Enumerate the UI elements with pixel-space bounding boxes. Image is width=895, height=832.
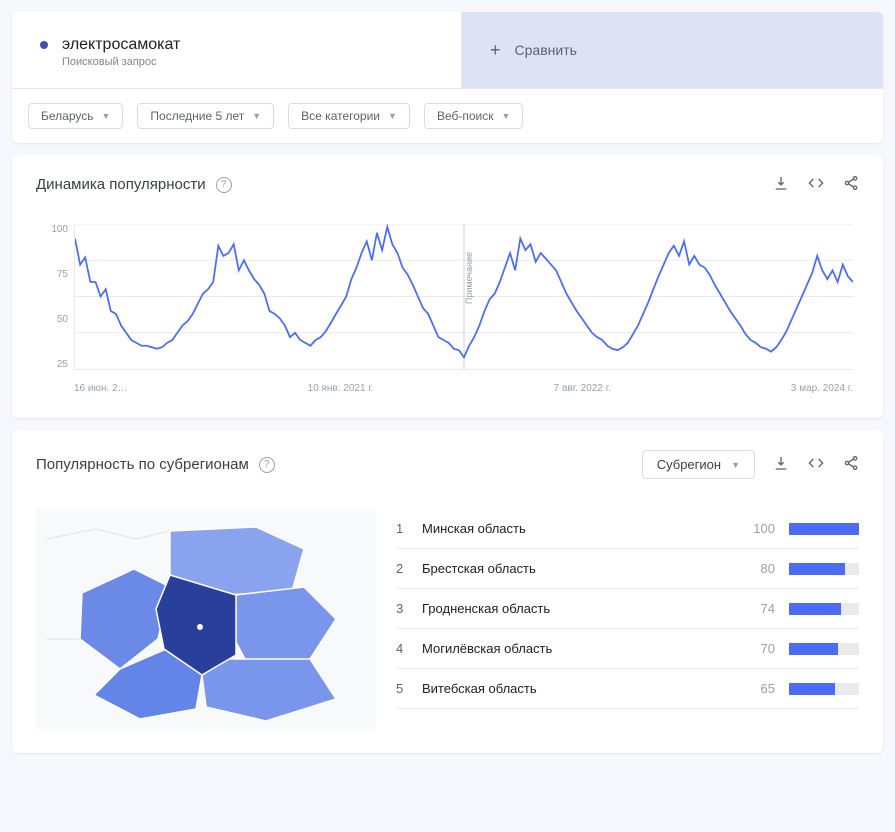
download-icon[interactable] [773, 455, 789, 474]
time-filter-label: Последние 5 лет [150, 109, 244, 123]
region-name: Гродненская область [422, 601, 731, 616]
region-name: Минская область [422, 521, 731, 536]
help-icon[interactable]: ? [259, 457, 275, 473]
region-rank: 2 [396, 561, 408, 576]
interest-card-title: Динамика популярности [36, 176, 206, 193]
filter-row: Беларусь ▼ Последние 5 лет ▼ Все категор… [12, 88, 883, 143]
region-row[interactable]: 4 Могилёвская область 70 [396, 629, 859, 669]
region-value: 100 [745, 521, 775, 536]
regions-card-title: Популярность по субрегионам [36, 456, 249, 473]
y-tick: 25 [48, 359, 68, 370]
region-bar [789, 643, 859, 655]
region-bar [789, 523, 859, 535]
chevron-down-icon: ▼ [731, 460, 740, 470]
regions-map[interactable] [36, 509, 376, 729]
download-icon[interactable] [773, 175, 789, 194]
region-bar [789, 683, 859, 695]
interest-chart: 100 75 50 25 Примечание 16 июн. 2… 10 ян [36, 224, 859, 394]
region-value: 80 [745, 561, 775, 576]
region-name: Могилёвская область [422, 641, 731, 656]
region-value: 74 [745, 601, 775, 616]
search-type-filter[interactable]: Веб-поиск ▼ [424, 103, 523, 129]
y-tick: 75 [48, 269, 68, 280]
embed-icon[interactable] [807, 175, 825, 194]
query-panel: электросамокат Поисковый запрос + Сравни… [12, 12, 883, 143]
time-filter[interactable]: Последние 5 лет ▼ [137, 103, 274, 129]
interest-card-actions [773, 175, 859, 194]
interest-over-time-card: Динамика популярности ? 100 75 50 25 [12, 155, 883, 418]
geo-filter[interactable]: Беларусь ▼ [28, 103, 123, 129]
chevron-down-icon: ▼ [101, 111, 110, 121]
region-rank: 1 [396, 521, 408, 536]
compare-label: Сравнить [515, 42, 577, 58]
chevron-down-icon: ▼ [252, 111, 261, 121]
share-icon[interactable] [843, 455, 859, 474]
search-term-box[interactable]: электросамокат Поисковый запрос [12, 12, 462, 88]
subdivision-dropdown[interactable]: Субрегион ▼ [642, 450, 755, 479]
regions-card: Популярность по субрегионам ? Субрегион … [12, 430, 883, 753]
subdivision-label: Субрегион [657, 457, 721, 472]
region-bar [789, 603, 859, 615]
region-row[interactable]: 3 Гродненская область 74 [396, 589, 859, 629]
share-icon[interactable] [843, 175, 859, 194]
region-value: 65 [745, 681, 775, 696]
region-value: 70 [745, 641, 775, 656]
region-name: Витебская область [422, 681, 731, 696]
x-tick: 3 мар. 2024 г. [791, 383, 853, 394]
category-filter-label: Все категории [301, 109, 380, 123]
geo-filter-label: Беларусь [41, 109, 93, 123]
plus-icon: + [490, 40, 501, 61]
region-rank: 4 [396, 641, 408, 656]
compare-button[interactable]: + Сравнить [462, 12, 883, 88]
x-tick: 10 янв. 2021 г. [308, 383, 374, 394]
x-tick: 7 авг. 2022 г. [553, 383, 610, 394]
search-term-type: Поисковый запрос [62, 56, 433, 68]
chart-plot-area: Примечание [74, 224, 853, 370]
regions-card-header: Популярность по субрегионам ? Субрегион … [36, 450, 859, 479]
region-bar [789, 563, 859, 575]
interest-card-header: Динамика популярности ? [36, 175, 859, 194]
search-term: электросамокат [62, 36, 180, 54]
region-row[interactable]: 1 Минская область 100 [396, 509, 859, 549]
chevron-down-icon: ▼ [501, 111, 510, 121]
region-row[interactable]: 5 Витебская область 65 [396, 669, 859, 709]
x-axis-ticks: 16 июн. 2… 10 янв. 2021 г. 7 авг. 2022 г… [74, 383, 853, 394]
regions-body: 1 Минская область 100 2 Брестская область 80 3… [36, 509, 859, 729]
y-tick: 100 [48, 224, 68, 235]
embed-icon[interactable] [807, 455, 825, 474]
term-dot [40, 41, 48, 49]
regions-card-actions: Субрегион ▼ [642, 450, 859, 479]
query-row: электросамокат Поисковый запрос + Сравни… [12, 12, 883, 88]
help-icon[interactable]: ? [216, 177, 232, 193]
category-filter[interactable]: Все категории ▼ [288, 103, 410, 129]
regions-list: 1 Минская область 100 2 Брестская область 80 3… [396, 509, 859, 729]
region-rank: 5 [396, 681, 408, 696]
region-name: Брестская область [422, 561, 731, 576]
search-type-filter-label: Веб-поиск [437, 109, 494, 123]
region-rank: 3 [396, 601, 408, 616]
x-tick: 16 июн. 2… [74, 383, 128, 394]
chevron-down-icon: ▼ [388, 111, 397, 121]
region-row[interactable]: 2 Брестская область 80 [396, 549, 859, 589]
y-tick: 50 [48, 314, 68, 325]
